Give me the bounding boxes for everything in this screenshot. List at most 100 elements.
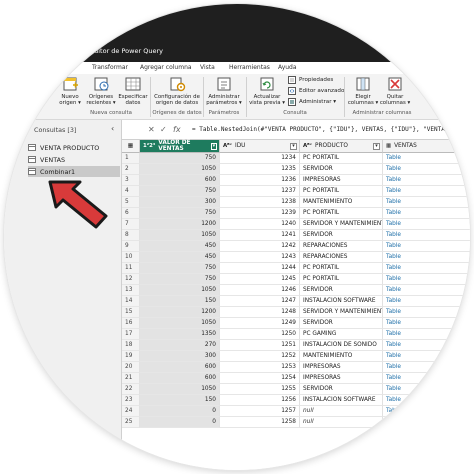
cell-ventas[interactable]: Table [383, 318, 470, 329]
cell-ventas[interactable]: Table [383, 219, 470, 230]
cell-ventas[interactable]: Table [383, 285, 470, 296]
table-row[interactable]: 5 300 1238 MANTENIMIENTO Table [122, 197, 470, 208]
properties-button[interactable]: Propiedades [288, 76, 333, 84]
tab-transformar[interactable]: Transformar [92, 64, 128, 71]
cell-ventas[interactable]: Table [383, 307, 470, 318]
cell-ventas[interactable]: Table [383, 230, 470, 241]
table-row[interactable]: 14 150 1247 INSTALACION SOFTWARE Table [122, 296, 470, 307]
enter-data-button[interactable]: Especificar datos [118, 76, 148, 107]
column-header-idu[interactable]: Aᴮᶜ IDU ▾ [220, 140, 300, 153]
collapse-pane-icon[interactable]: ‹ [111, 124, 114, 133]
cell-ventas[interactable]: Table [383, 241, 470, 252]
expand-column-icon[interactable]: ⇔ [464, 142, 470, 150]
row-number: 10 [122, 252, 140, 263]
tab-ayuda[interactable]: Ayuda [278, 64, 297, 71]
table-row[interactable]: 17 1350 1250 PC GAMING Table [122, 329, 470, 340]
cell-ventas[interactable]: Table [383, 329, 470, 340]
cell-ventas[interactable]: Table [383, 296, 470, 307]
column-header-ventas[interactable]: ▦ VENTAS ⇔ [383, 140, 470, 153]
table-row[interactable]: 19 300 1252 MANTENIMIENTO Table [122, 351, 470, 362]
table-row[interactable]: 4 750 1237 PC PORTATIL Table [122, 186, 470, 197]
table-row[interactable]: 20 600 1253 IMPRESORAS Table [122, 362, 470, 373]
cell-ventas[interactable]: Table [383, 384, 470, 395]
choose-columns-button[interactable]: Elegir columnas ▾ [346, 76, 380, 107]
advanced-editor-icon [288, 87, 296, 95]
table-row[interactable]: 9 450 1242 REPARACIONES Table [122, 241, 470, 252]
cell-ventas[interactable]: Table [383, 362, 470, 373]
column-header-producto[interactable]: Aᴮᶜ PRODUCTO ▾ [300, 140, 383, 153]
cell-ventas[interactable]: Table [383, 395, 470, 406]
new-source-button[interactable]: Nuevo origen ▾ [56, 76, 84, 107]
row-number: 6 [122, 208, 140, 219]
queries-header: Consultas [3] [34, 126, 77, 134]
table-row[interactable]: 2 1050 1235 SERVIDOR Table [122, 164, 470, 175]
cell-producto: null [300, 406, 383, 417]
table-row[interactable]: 10 450 1243 REPARACIONES Table [122, 252, 470, 263]
cell-ventas[interactable]: Table [383, 340, 470, 351]
manage-query-button[interactable]: Administrar ▾ [288, 98, 336, 106]
cell-idu: 1257 [220, 406, 300, 417]
cell-ventas[interactable]: Table [383, 252, 470, 263]
cell-ventas[interactable]: Table [383, 186, 470, 197]
cell-ventas[interactable]: Table [383, 175, 470, 186]
formula-text[interactable]: = Table.NestedJoin(#"VENTA PRODUCTO", {"… [192, 126, 467, 133]
power-query-editor: Editor de Power Query Transformar Agrega… [4, 4, 470, 470]
number-type-icon: 1²2³ [143, 143, 156, 149]
table-row[interactable]: 22 1050 1255 SERVIDOR Table [122, 384, 470, 395]
confirm-formula-icon[interactable]: ✓ [160, 125, 167, 134]
recent-sources-button[interactable]: Orígenes recientes ▾ [86, 76, 116, 107]
tab-herramientas[interactable]: Herramientas [229, 64, 270, 71]
fx-icon[interactable]: fx [173, 125, 181, 134]
table-row[interactable]: 8 1050 1241 SERVIDOR Table [122, 230, 470, 241]
cell-ventas[interactable]: Table [383, 197, 470, 208]
table-row[interactable]: 21 600 1254 IMPRESORAS Table [122, 373, 470, 384]
table-row[interactable]: 16 1050 1249 SERVIDOR Table [122, 318, 470, 329]
cell-ventas[interactable]: Table [383, 417, 470, 428]
table-row[interactable]: 7 1200 1240 SERVIDOR Y MANTENIMIENTO Table [122, 219, 470, 230]
table-row[interactable]: 24 0 1257 null Table [122, 406, 470, 417]
query-item-ventas[interactable]: VENTAS [28, 154, 118, 165]
row-number: 14 [122, 296, 140, 307]
cell-ventas[interactable]: Table [383, 263, 470, 274]
tab-vista[interactable]: Vista [200, 64, 215, 71]
table-row[interactable]: 23 150 1256 INSTALACION SOFTWARE Table [122, 395, 470, 406]
cell-ventas[interactable]: Table [383, 153, 470, 164]
cell-producto: IMPRESORAS [300, 362, 383, 373]
table-row[interactable]: 6 750 1239 PC PORTATIL Table [122, 208, 470, 219]
cancel-formula-icon[interactable]: ✕ [148, 125, 155, 134]
manage-parameters-button[interactable]: Administrar parámetros ▾ [204, 76, 244, 107]
tab-agregar-columna[interactable]: Agregar columna [140, 64, 192, 71]
filter-dropdown-icon[interactable]: ▾ [373, 142, 380, 150]
cell-ventas[interactable]: Table [383, 164, 470, 175]
group-label-manage-columns: Administrar columnas [352, 110, 412, 116]
cell-ventas[interactable]: Table [383, 274, 470, 285]
table-row[interactable]: 13 1050 1246 SERVIDOR Table [122, 285, 470, 296]
cell-ventas[interactable]: Table [383, 208, 470, 219]
screenshot-circle-frame: Editor de Power Query Transformar Agrega… [4, 4, 470, 470]
table-row[interactable]: 3 600 1236 IMPRESORAS Table [122, 175, 470, 186]
row-number: 24 [122, 406, 140, 417]
cell-ventas[interactable]: Table [383, 373, 470, 384]
filter-dropdown-icon[interactable]: ▾ [210, 142, 217, 150]
refresh-preview-button[interactable]: Actualizar vista previa ▾ [246, 76, 288, 107]
table-row[interactable]: 1 750 1234 PC PORTATIL Table [122, 153, 470, 164]
table-row[interactable]: 15 1200 1248 SERVIDOR Y MANTENIMIENTO Table [122, 307, 470, 318]
cell-idu: 1246 [220, 285, 300, 296]
select-all-corner-icon[interactable]: ▦ [122, 140, 140, 153]
filter-dropdown-icon[interactable]: ▾ [290, 142, 297, 150]
cell-ventas[interactable]: Table [383, 351, 470, 362]
cell-idu: 1255 [220, 384, 300, 395]
cell-valor-de-ventas: 1200 [140, 219, 220, 230]
data-source-settings-button[interactable]: Configuración de origen de datos [152, 76, 202, 107]
remove-columns-button[interactable]: Quitar columnas ▾ [378, 76, 412, 107]
advanced-editor-button[interactable]: Editor avanzado [288, 87, 344, 95]
table-row[interactable]: 18 270 1251 INSTALACION DE SONIDO Table [122, 340, 470, 351]
table-row[interactable]: 12 750 1245 PC PORTATIL Table [122, 274, 470, 285]
cell-ventas[interactable]: Table [383, 406, 470, 417]
table-row[interactable]: 25 0 1258 null Table [122, 417, 470, 428]
cell-valor-de-ventas: 750 [140, 153, 220, 164]
column-header-valor-de-ventas[interactable]: 1²2³ VALOR DE VENTAS ▾ [140, 140, 220, 153]
query-item-venta-producto[interactable]: VENTA PRODUCTO [28, 142, 118, 153]
cell-producto: PC PORTATIL [300, 274, 383, 285]
table-row[interactable]: 11 750 1244 PC PORTATIL Table [122, 263, 470, 274]
